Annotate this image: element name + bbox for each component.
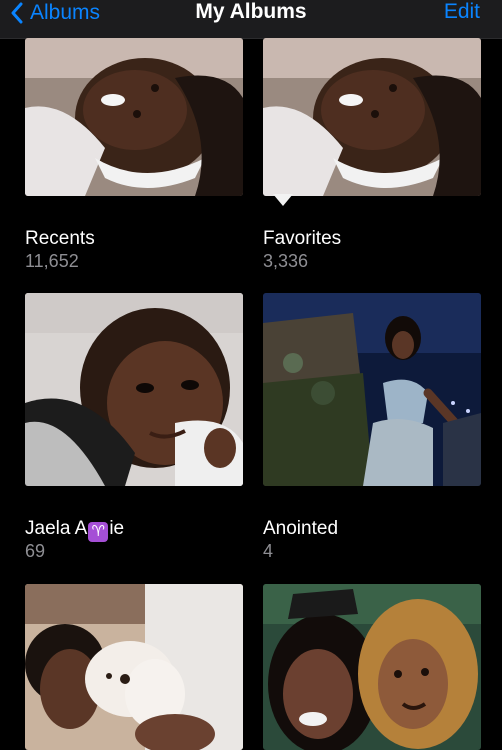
- album-count: 3,336: [263, 251, 309, 271]
- photo-person-with-dog: [25, 584, 243, 750]
- navigation-bar: Albums My Albums Edit: [0, 0, 502, 39]
- album-title-suffix: ie: [109, 518, 125, 539]
- album-thumbnail[interactable]: [25, 38, 243, 196]
- edit-button[interactable]: Edit: [444, 0, 480, 26]
- album-title: Favorites: [263, 228, 342, 249]
- album-title: Anointed: [263, 518, 339, 539]
- album-thumbnail[interactable]: [263, 293, 481, 486]
- album-thumbnail[interactable]: [25, 293, 243, 486]
- photo-night-pose: [263, 293, 481, 486]
- tooltip-pointer-icon: [273, 194, 293, 206]
- album-count: 69: [25, 541, 46, 561]
- album-count: 4: [263, 541, 274, 561]
- album-title: Jaela A ♈ ie: [25, 518, 124, 542]
- photo-selfie-headband: [263, 38, 481, 196]
- album-count: 11,652: [25, 251, 79, 271]
- albums-grid: Recents 11,652 Favorites 3,336 Jaela A ♈…: [0, 38, 502, 750]
- photo-selfie-headband: [25, 38, 243, 196]
- album-title: Recents: [25, 228, 95, 249]
- aries-icon: ♈: [88, 522, 109, 542]
- album-thumbnail[interactable]: [263, 38, 481, 196]
- page-title: My Albums: [195, 0, 307, 23]
- photo-selfie-close-up: [25, 293, 243, 486]
- album-thumbnail[interactable]: [25, 584, 243, 750]
- photo-two-friends-selfie: [263, 584, 481, 750]
- album-title-prefix: Jaela A: [25, 518, 88, 539]
- album-thumbnail[interactable]: [263, 584, 481, 750]
